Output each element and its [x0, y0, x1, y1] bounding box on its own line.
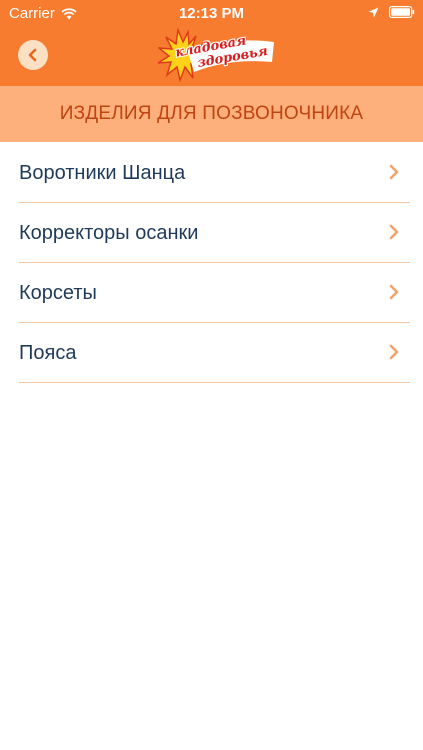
app-logo: кладовая здоровья — [158, 28, 278, 82]
section-header: ИЗДЕЛИЯ ДЛЯ ПОЗВОНОЧНИКА — [0, 86, 423, 142]
chevron-right-icon — [389, 284, 400, 300]
list-item-belts[interactable]: Пояса — [19, 323, 410, 383]
navigation-bar: Carrier 12:13 PM кладовая здоровья — [0, 0, 423, 86]
status-bar: Carrier 12:13 PM — [0, 0, 423, 28]
chevron-right-icon — [389, 224, 400, 240]
location-arrow-icon — [368, 7, 379, 18]
category-list: Воротники Шанца Корректоры осанки Корсет… — [0, 143, 423, 383]
list-item-label: Корректоры осанки — [19, 222, 199, 244]
status-time: 12:13 PM — [178, 5, 245, 22]
section-title: ИЗДЕЛИЯ ДЛЯ ПОЗВОНОЧНИКА — [59, 103, 364, 124]
screen: Carrier 12:13 PM кладовая здоровья ИЗДЕЛ… — [0, 0, 423, 750]
list-item-label: Корсеты — [19, 282, 97, 304]
chevron-right-icon — [389, 164, 400, 180]
chevron-right-icon — [389, 344, 400, 360]
list-item-label: Воротники Шанца — [19, 162, 186, 184]
list-item-corsets[interactable]: Корсеты — [19, 263, 410, 323]
status-right-group — [368, 6, 415, 18]
list-item-label: Пояса — [19, 342, 77, 364]
list-item-posture-correctors[interactable]: Корректоры осанки — [19, 203, 410, 263]
list-item-collars[interactable]: Воротники Шанца — [19, 143, 410, 203]
chevron-left-icon — [26, 48, 40, 62]
back-button[interactable] — [18, 40, 48, 70]
battery-icon — [389, 6, 415, 18]
